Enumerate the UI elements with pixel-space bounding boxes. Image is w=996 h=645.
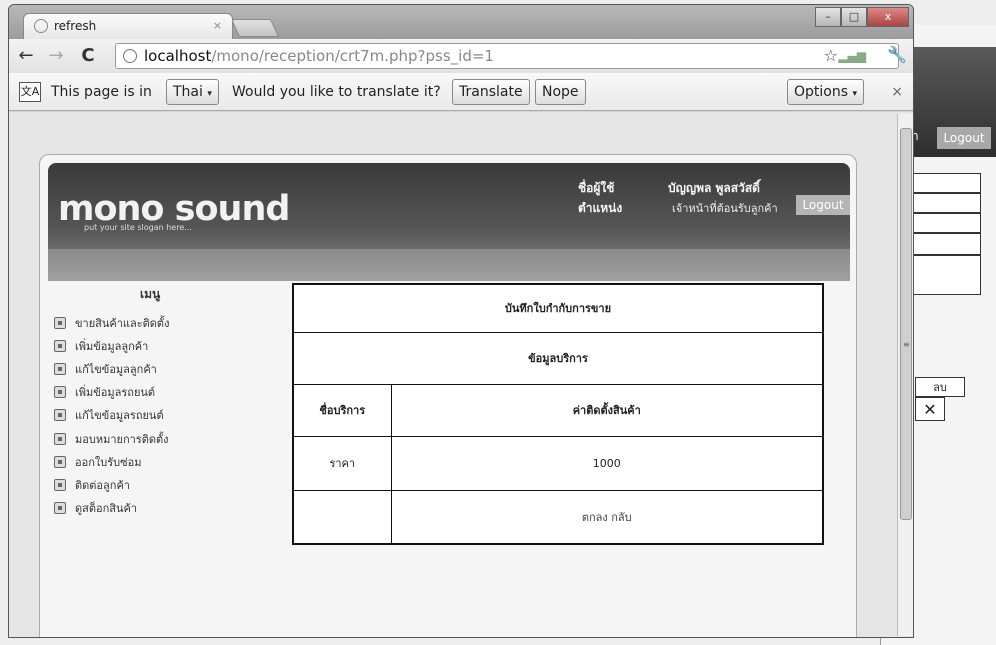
bullet-icon	[54, 362, 66, 375]
sidebar-item[interactable]: แก้ไขข้อมูลลูกค้า	[54, 357, 169, 380]
translate-icon: 文A	[19, 82, 41, 102]
window-controls: – □ x	[815, 7, 909, 27]
bullet-icon	[54, 409, 66, 422]
logout-button[interactable]: Logout	[796, 195, 850, 215]
site-container: mono sound put your site slogan here... …	[39, 154, 857, 637]
wrench-icon[interactable]: 🔧	[887, 45, 907, 64]
sidebar-item[interactable]: มอบหมายการติดตั้ง	[54, 427, 169, 450]
user-label: ชื่อผู้ใช้	[578, 181, 615, 195]
sidebar-item-label: ติดต่อลูกค้า	[75, 478, 130, 492]
service-name-value: ค่าติดตั้งสินค้า	[390, 383, 824, 437]
user-value: บัญญพล พูลสวัสดิ์	[668, 181, 760, 195]
bullet-icon	[54, 386, 66, 399]
sidebar-item[interactable]: เพิ่มข้อมูลรถยนต์	[54, 381, 169, 404]
sidebar-item[interactable]: เพิ่มข้อมูลลูกค้า	[54, 334, 169, 357]
vertical-scrollbar[interactable]: ≡	[897, 114, 913, 636]
sidebar-item-label: มอบหมายการติดตั้ง	[75, 432, 169, 446]
close-icon[interactable]: ✕	[915, 397, 945, 421]
sidebar-item[interactable]: ดูสต็อกสินค้า	[54, 497, 169, 520]
translate-button[interactable]: Translate	[452, 79, 530, 105]
address-host: localhost	[144, 47, 212, 65]
sidebar-item[interactable]: ขายสินค้าและติดตั้ง	[54, 311, 169, 334]
language-select[interactable]: Thai ▾	[166, 79, 219, 105]
sidebar-item-label: เพิ่มข้อมูลลูกค้า	[75, 339, 149, 353]
chevron-down-icon: ▾	[207, 89, 212, 99]
price-label: ราคา	[292, 435, 392, 491]
options-button[interactable]: Options ▾	[787, 79, 865, 105]
receipt-section: ข้อมูลบริการ	[292, 331, 824, 385]
background-field	[911, 213, 981, 233]
tab-close-icon[interactable]: ×	[213, 14, 222, 38]
back-arrow-icon[interactable]: ←	[15, 44, 37, 68]
browser-toolbar: ← → C localhost/mono/reception/crt7m.php…	[9, 39, 913, 73]
language-value: Thai	[173, 84, 203, 100]
receipt-table: บันทึกใบกำกับการขาย ข้อมูลบริการ ชื่อบริ…	[292, 283, 824, 545]
sidebar-item-label: ออกใบรับซ่อม	[75, 455, 142, 469]
menu-title: เมนู	[140, 287, 161, 301]
translate-bar: 文A This page is in Thai ▾ Would you like…	[9, 73, 913, 111]
empty-cell	[292, 489, 392, 545]
bullet-icon	[54, 478, 66, 491]
star-icon[interactable]: ☆	[824, 44, 838, 68]
browser-window: refresh × – □ x ← → C localhost/mono/rec…	[8, 4, 914, 638]
window-close-button[interactable]: x	[867, 7, 909, 27]
background-field	[911, 233, 981, 255]
background-delete-header: ลบ	[915, 377, 965, 397]
address-path: /mono/reception/crt7m.php?pss_id=1	[211, 47, 494, 65]
nope-button[interactable]: Nope	[535, 79, 586, 105]
bullet-icon	[54, 432, 66, 445]
background-field	[911, 255, 981, 295]
site-slogan: put your site slogan here...	[84, 223, 192, 232]
sidebar-item[interactable]: ติดต่อลูกค้า	[54, 473, 169, 496]
options-label: Options	[794, 84, 849, 100]
background-field	[911, 193, 981, 213]
translate-prefix: This page is in	[51, 84, 152, 100]
globe-icon	[34, 19, 48, 33]
translate-question: Would you like to translate it?	[232, 84, 441, 100]
chevron-down-icon: ▾	[852, 89, 858, 99]
globe-icon	[123, 49, 137, 63]
bullet-icon	[54, 339, 66, 352]
sidebar-item-label: แก้ไขข้อมูลลูกค้า	[75, 362, 157, 376]
new-tab-button[interactable]	[230, 19, 280, 37]
scrollbar-thumb[interactable]	[900, 128, 912, 520]
bullet-icon	[54, 455, 66, 468]
bullet-icon	[54, 502, 66, 515]
bullet-icon	[54, 316, 66, 329]
sidebar-item-label: ขายสินค้าและติดตั้ง	[75, 316, 170, 330]
sidebar-item-label: เพิ่มข้อมูลรถยนต์	[75, 386, 156, 400]
receipt-title: บันทึกใบกำกับการขาย	[292, 283, 824, 333]
sidebar-item-label: แก้ไขข้อมูลรถยนต์	[75, 409, 164, 423]
maximize-button[interactable]: □	[841, 7, 867, 27]
address-bar[interactable]: localhost/mono/reception/crt7m.php?pss_i…	[115, 43, 899, 69]
sidebar-item[interactable]: ออกใบรับซ่อม	[54, 450, 169, 473]
grip-icon: ≡	[903, 340, 910, 349]
close-icon[interactable]: ×	[891, 73, 903, 111]
service-name-label: ชื่อบริการ	[292, 383, 392, 437]
page-viewport: mono sound put your site slogan here... …	[9, 112, 913, 637]
position-label: ตำแหน่ง	[578, 201, 623, 215]
signal-icon: ▂▄▆	[838, 49, 866, 63]
minimize-button[interactable]: –	[815, 7, 841, 27]
forward-arrow-icon[interactable]: →	[45, 44, 67, 68]
browser-tab[interactable]: refresh ×	[23, 13, 233, 39]
reload-icon[interactable]: C	[77, 44, 99, 68]
sidebar-menu: ขายสินค้าและติดตั้ง เพิ่มข้อมูลลูกค้า แก…	[54, 311, 169, 520]
price-value: 1000	[390, 435, 824, 491]
position-value: เจ้าหน้าที่ต้อนรับลูกค้า	[672, 202, 778, 215]
back-link[interactable]: ตกลง กลับ	[582, 511, 632, 524]
header-strip	[48, 249, 850, 281]
background-field	[911, 173, 981, 193]
sidebar-item-label: ดูสต็อกสินค้า	[75, 502, 138, 516]
tab-title: refresh	[54, 19, 97, 33]
site-header: mono sound put your site slogan here... …	[48, 163, 850, 281]
sidebar-item[interactable]: แก้ไขข้อมูลรถยนต์	[54, 404, 169, 427]
background-logout-button[interactable]: Logout	[937, 127, 991, 149]
tab-strip: refresh × – □ x	[9, 5, 913, 39]
